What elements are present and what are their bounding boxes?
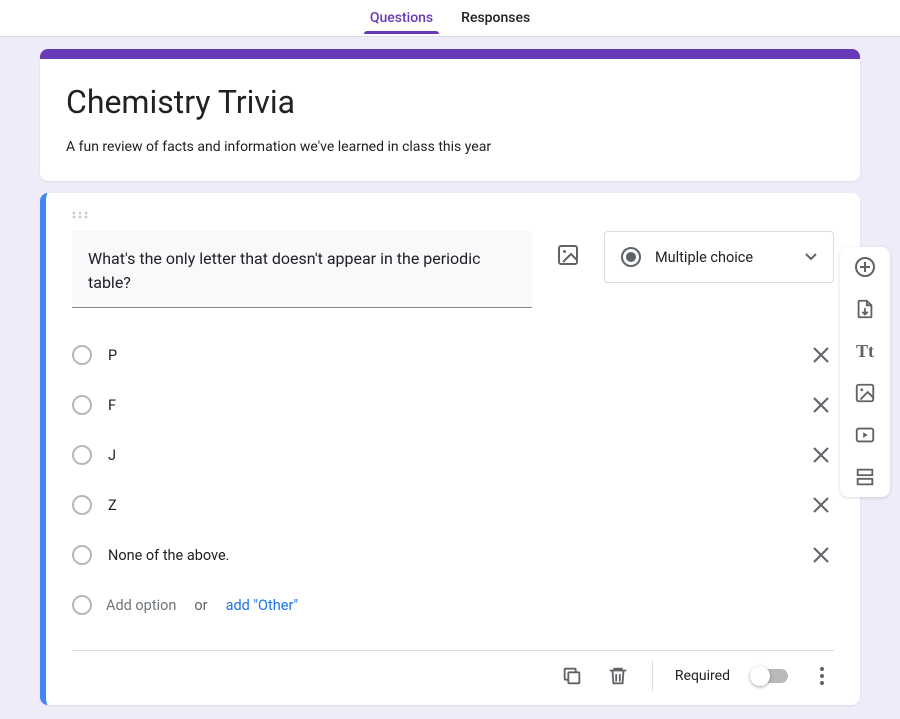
add-section-icon[interactable] [853, 465, 877, 489]
remove-option-icon[interactable] [808, 392, 834, 418]
form-stage: Chemistry Trivia A fun review of facts a… [0, 37, 900, 705]
remove-option-icon[interactable] [808, 542, 834, 568]
form-description[interactable]: A fun review of facts and information we… [66, 139, 834, 155]
more-options-icon[interactable] [810, 664, 834, 688]
question-card[interactable]: What's the only letter that doesn't appe… [40, 193, 860, 705]
remove-option-icon[interactable] [808, 442, 834, 468]
option-row [72, 430, 834, 480]
option-row [72, 380, 834, 430]
question-text[interactable]: What's the only letter that doesn't appe… [88, 247, 516, 295]
options-list: Add option or add "Other" [72, 330, 834, 630]
drag-handle-icon[interactable] [72, 211, 834, 225]
chevron-down-icon [805, 253, 817, 261]
remove-option-icon[interactable] [808, 492, 834, 518]
question-footer: Required [72, 650, 834, 697]
radio-icon [621, 247, 641, 267]
option-input[interactable] [106, 496, 794, 515]
tab-responses[interactable]: Responses [461, 2, 530, 34]
add-option-row: Add option or add "Other" [72, 580, 834, 630]
tab-questions[interactable]: Questions [370, 2, 433, 34]
add-other-button[interactable]: add "Other" [226, 597, 299, 614]
option-input[interactable] [106, 396, 794, 415]
add-title-icon[interactable]: Tt [853, 339, 877, 363]
question-top-row: What's the only letter that doesn't appe… [72, 231, 834, 308]
add-video-icon[interactable] [853, 423, 877, 447]
option-radio-icon [72, 445, 92, 465]
add-question-icon[interactable] [853, 255, 877, 279]
option-row [72, 480, 834, 530]
question-type-select[interactable]: Multiple choice [604, 231, 834, 283]
option-radio-icon [72, 345, 92, 365]
option-input[interactable] [106, 546, 794, 565]
form-header-card[interactable]: Chemistry Trivia A fun review of facts a… [40, 49, 860, 181]
delete-icon[interactable] [606, 664, 630, 688]
question-text-input[interactable]: What's the only letter that doesn't appe… [72, 231, 532, 308]
required-toggle[interactable] [752, 669, 788, 683]
floating-toolbar: Tt [840, 247, 890, 497]
question-type-label: Multiple choice [655, 249, 791, 266]
option-radio-icon [72, 545, 92, 565]
option-input[interactable] [106, 446, 794, 465]
or-separator: or [194, 597, 207, 614]
option-radio-icon [72, 395, 92, 415]
divider [652, 661, 653, 691]
add-option-button[interactable]: Add option [106, 597, 176, 614]
option-row [72, 330, 834, 380]
option-radio-icon [72, 595, 92, 615]
option-radio-icon [72, 495, 92, 515]
remove-option-icon[interactable] [808, 342, 834, 368]
tabs: Questions Responses [370, 0, 530, 36]
tt-label: Tt [856, 341, 874, 362]
import-questions-icon[interactable] [853, 297, 877, 321]
option-input[interactable] [106, 346, 794, 365]
top-tabs-bar: Questions Responses [0, 0, 900, 37]
add-image-icon[interactable] [554, 241, 582, 269]
form-title[interactable]: Chemistry Trivia [66, 83, 834, 121]
required-label: Required [675, 668, 730, 684]
duplicate-icon[interactable] [560, 664, 584, 688]
option-row [72, 530, 834, 580]
add-image-toolbar-icon[interactable] [853, 381, 877, 405]
